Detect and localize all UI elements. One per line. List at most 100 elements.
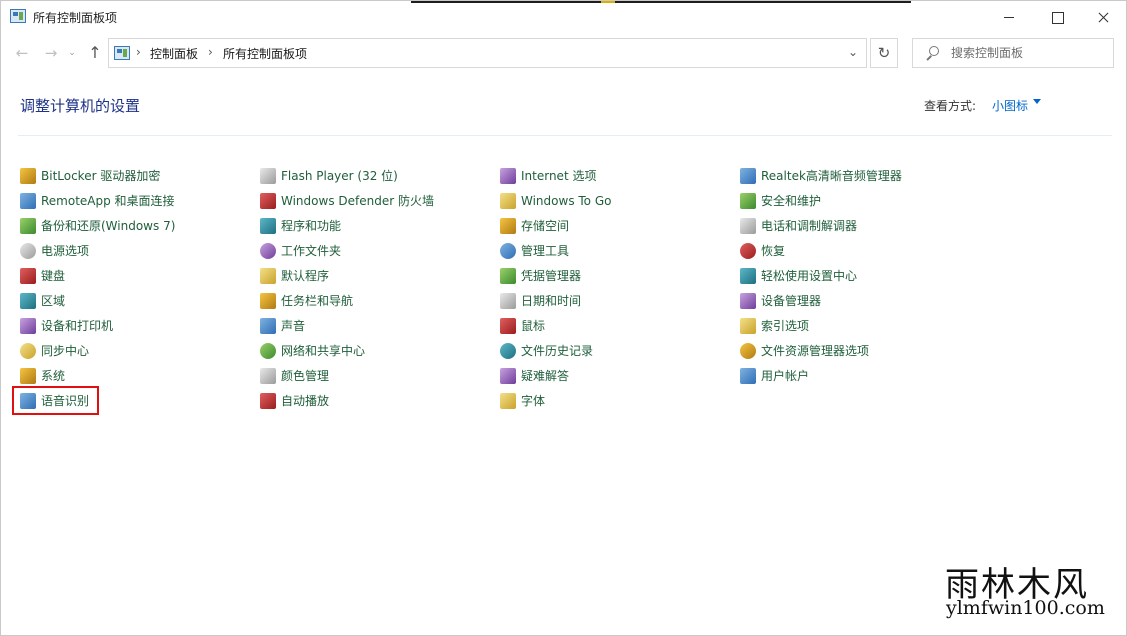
view-by-dropdown[interactable]: 小图标 bbox=[992, 97, 1028, 114]
control-panel-item[interactable]: Flash Player (32 位) bbox=[260, 163, 434, 188]
control-panel-item[interactable]: 轻松使用设置中心 bbox=[740, 263, 902, 288]
control-panel-item[interactable]: Realtek高清晰音频管理器 bbox=[740, 163, 902, 188]
control-panel-item[interactable]: Internet 选项 bbox=[500, 163, 611, 188]
recent-locations-chevron-icon[interactable]: ⌄ bbox=[65, 43, 79, 63]
phone-modem-icon bbox=[740, 217, 756, 234]
close-button[interactable] bbox=[1080, 1, 1126, 33]
control-panel-item[interactable]: 设备管理器 bbox=[740, 288, 902, 313]
control-panel-item[interactable]: 日期和时间 bbox=[500, 288, 611, 313]
control-panel-item-label: 电话和调制解调器 bbox=[761, 219, 858, 233]
breadcrumb-control-panel[interactable]: 控制面板 bbox=[150, 45, 198, 62]
control-panel-item-label: 颜色管理 bbox=[281, 369, 330, 383]
back-arrow-icon[interactable]: ← bbox=[12, 43, 32, 63]
control-panel-item-label: 字体 bbox=[521, 394, 546, 408]
control-panel-item-label: 电源选项 bbox=[41, 244, 90, 258]
control-panel-item[interactable]: 存储空间 bbox=[500, 213, 611, 238]
minimize-button[interactable] bbox=[986, 1, 1032, 33]
control-panel-item-label: 管理工具 bbox=[521, 244, 570, 258]
devices-printers-icon bbox=[20, 317, 36, 334]
refresh-button[interactable]: ↻ bbox=[870, 38, 898, 68]
sync-center-icon bbox=[20, 342, 36, 359]
control-panel-item[interactable]: 自动播放 bbox=[260, 388, 434, 413]
autoplay-icon bbox=[260, 392, 276, 409]
title-bar[interactable]: 所有控制面板项 bbox=[1, 1, 1126, 33]
control-panel-item[interactable]: 程序和功能 bbox=[260, 213, 434, 238]
control-panel-item[interactable]: 工作文件夹 bbox=[260, 238, 434, 263]
control-panel-item[interactable]: 语音识别 bbox=[11, 386, 100, 415]
breadcrumb-separator-icon[interactable]: › bbox=[136, 45, 141, 59]
control-panel-item[interactable]: 疑难解答 bbox=[500, 363, 611, 388]
control-panel-item[interactable]: 鼠标 bbox=[500, 313, 611, 338]
search-icon bbox=[925, 46, 939, 60]
control-panel-item[interactable]: 电源选项 bbox=[20, 238, 175, 263]
control-panel-item-label: Realtek高清晰音频管理器 bbox=[761, 169, 902, 183]
control-panel-item-label: 默认程序 bbox=[281, 269, 330, 283]
control-panel-item-label: 任务栏和导航 bbox=[281, 294, 354, 308]
view-by-chevron-down-icon[interactable] bbox=[1033, 99, 1041, 104]
control-panel-item[interactable]: 恢复 bbox=[740, 238, 902, 263]
sound-icon bbox=[260, 317, 276, 334]
view-by-label: 查看方式: bbox=[924, 99, 977, 113]
control-panel-item-label: 程序和功能 bbox=[281, 219, 342, 233]
control-panel-item[interactable]: BitLocker 驱动器加密 bbox=[20, 163, 175, 188]
file-history-icon bbox=[500, 342, 516, 359]
region-icon bbox=[20, 292, 36, 309]
mouse-icon bbox=[500, 317, 516, 334]
control-panel-item[interactable]: 字体 bbox=[500, 388, 611, 413]
control-panel-item-label: Windows To Go bbox=[521, 193, 612, 208]
breadcrumb-separator-icon[interactable]: › bbox=[208, 45, 213, 59]
explorer-options-icon bbox=[740, 342, 756, 359]
control-panel-item[interactable]: 文件历史记录 bbox=[500, 338, 611, 363]
control-panel-item[interactable]: 声音 bbox=[260, 313, 434, 338]
header-divider bbox=[18, 135, 1112, 136]
control-panel-item[interactable]: 文件资源管理器选项 bbox=[740, 338, 902, 363]
work-folders-icon bbox=[260, 242, 276, 259]
control-panel-item[interactable]: Windows To Go bbox=[500, 188, 611, 213]
control-panel-item-label: Internet 选项 bbox=[521, 169, 597, 183]
breadcrumb-all-items[interactable]: 所有控制面板项 bbox=[223, 45, 307, 62]
control-panel-item[interactable]: 同步中心 bbox=[20, 338, 175, 363]
forward-arrow-icon[interactable]: → bbox=[41, 43, 61, 63]
admin-tools-icon bbox=[500, 242, 516, 259]
control-panel-item[interactable]: 任务栏和导航 bbox=[260, 288, 434, 313]
address-bar[interactable]: › 控制面板 › 所有控制面板项 ⌄ bbox=[108, 38, 867, 68]
control-panel-item[interactable]: 备份和还原(Windows 7) bbox=[20, 213, 175, 238]
flash-player-icon bbox=[260, 167, 276, 184]
remoteapp-icon bbox=[20, 192, 36, 209]
control-panel-item[interactable]: 电话和调制解调器 bbox=[740, 213, 902, 238]
control-panel-item[interactable]: 系统 bbox=[20, 363, 175, 388]
control-panel-item[interactable]: 凭据管理器 bbox=[500, 263, 611, 288]
control-panel-item[interactable]: 颜色管理 bbox=[260, 363, 434, 388]
control-panel-item[interactable]: 管理工具 bbox=[500, 238, 611, 263]
control-panel-item-label: 备份和还原(Windows 7) bbox=[41, 219, 176, 233]
control-panel-item-label: 语音识别 bbox=[41, 394, 90, 408]
search-input[interactable] bbox=[951, 44, 1109, 62]
control-panel-item[interactable]: 安全和维护 bbox=[740, 188, 902, 213]
power-options-icon bbox=[20, 242, 36, 259]
address-dropdown-chevron-icon[interactable]: ⌄ bbox=[848, 45, 858, 59]
control-panel-item[interactable]: Windows Defender 防火墙 bbox=[260, 188, 434, 213]
speech-recognition-icon bbox=[20, 392, 36, 409]
control-panel-item-label: BitLocker 驱动器加密 bbox=[41, 169, 161, 183]
backup-restore-icon bbox=[20, 217, 36, 234]
firewall-icon bbox=[260, 192, 276, 209]
bitlocker-icon bbox=[20, 167, 36, 184]
control-panel-item[interactable]: 网络和共享中心 bbox=[260, 338, 434, 363]
control-panel-item[interactable]: 默认程序 bbox=[260, 263, 434, 288]
control-panel-item-label: 鼠标 bbox=[521, 319, 546, 333]
control-panel-item[interactable]: 区域 bbox=[20, 288, 175, 313]
control-panel-item-label: 安全和维护 bbox=[761, 194, 822, 208]
search-box[interactable] bbox=[912, 38, 1114, 68]
ease-of-access-icon bbox=[740, 267, 756, 284]
user-accounts-icon bbox=[740, 367, 756, 384]
control-panel-item[interactable]: 设备和打印机 bbox=[20, 313, 175, 338]
maximize-button[interactable] bbox=[1034, 1, 1080, 33]
control-panel-item[interactable]: 键盘 bbox=[20, 263, 175, 288]
control-panel-item[interactable]: 索引选项 bbox=[740, 313, 902, 338]
control-panel-item[interactable]: 用户帐户 bbox=[740, 363, 902, 388]
items-column-1: BitLocker 驱动器加密 RemoteApp 和桌面连接备份和还原(Wind… bbox=[11, 163, 175, 415]
control-panel-item[interactable]: RemoteApp 和桌面连接 bbox=[20, 188, 175, 213]
up-arrow-icon[interactable]: ↑ bbox=[85, 43, 105, 63]
control-panel-item-label: 用户帐户 bbox=[761, 369, 810, 383]
control-panel-item-label: 区域 bbox=[41, 294, 66, 308]
